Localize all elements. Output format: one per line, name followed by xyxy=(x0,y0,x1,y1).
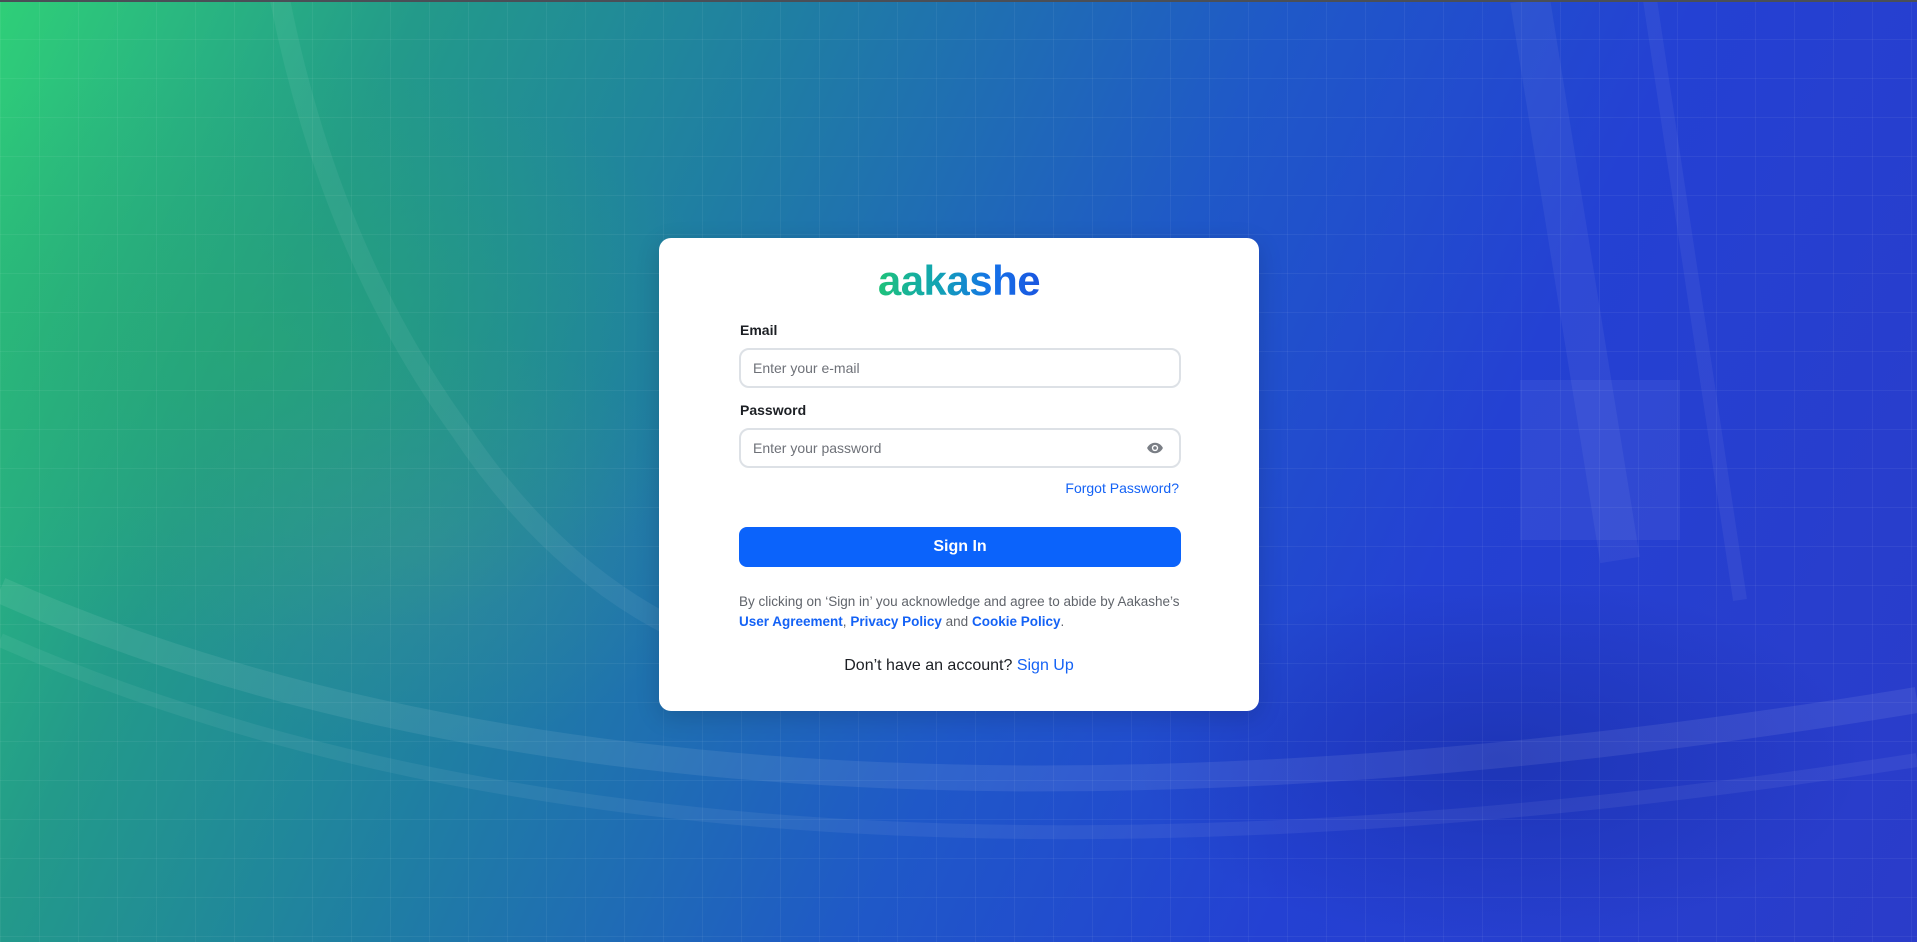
legal-suffix: . xyxy=(1060,614,1065,629)
legal-notice: By clicking on ‘Sign in’ you acknowledge… xyxy=(739,592,1181,632)
signup-prompt: Don’t have an account? xyxy=(844,657,1013,674)
signup-row: Don’t have an account? Sign Up xyxy=(659,657,1259,675)
user-agreement-link[interactable]: User Agreement xyxy=(739,614,843,629)
password-field-wrapper xyxy=(739,428,1181,468)
email-field-wrapper xyxy=(739,348,1181,388)
brand-logo: aakashe xyxy=(659,256,1259,306)
password-field[interactable] xyxy=(753,430,1153,466)
password-label: Password xyxy=(740,402,807,418)
privacy-policy-link[interactable]: Privacy Policy xyxy=(850,614,942,629)
brand-logo-text: aakashe xyxy=(877,257,1041,304)
login-card: aakashe Email Password Forgot Password? … xyxy=(659,238,1259,711)
email-label: Email xyxy=(740,322,778,338)
email-field[interactable] xyxy=(753,350,1153,386)
legal-separator: , xyxy=(842,614,847,629)
forgot-password-link[interactable]: Forgot Password? xyxy=(1065,480,1179,496)
sign-in-button[interactable]: Sign In xyxy=(739,527,1181,567)
legal-prefix: By clicking on ‘Sign in’ you acknowledge… xyxy=(739,594,1180,609)
cookie-policy-link[interactable]: Cookie Policy xyxy=(972,614,1061,629)
window-top-border xyxy=(0,0,1917,2)
sign-up-link[interactable]: Sign Up xyxy=(1017,657,1074,674)
eye-icon[interactable] xyxy=(1145,439,1165,457)
legal-and: and xyxy=(945,614,969,629)
